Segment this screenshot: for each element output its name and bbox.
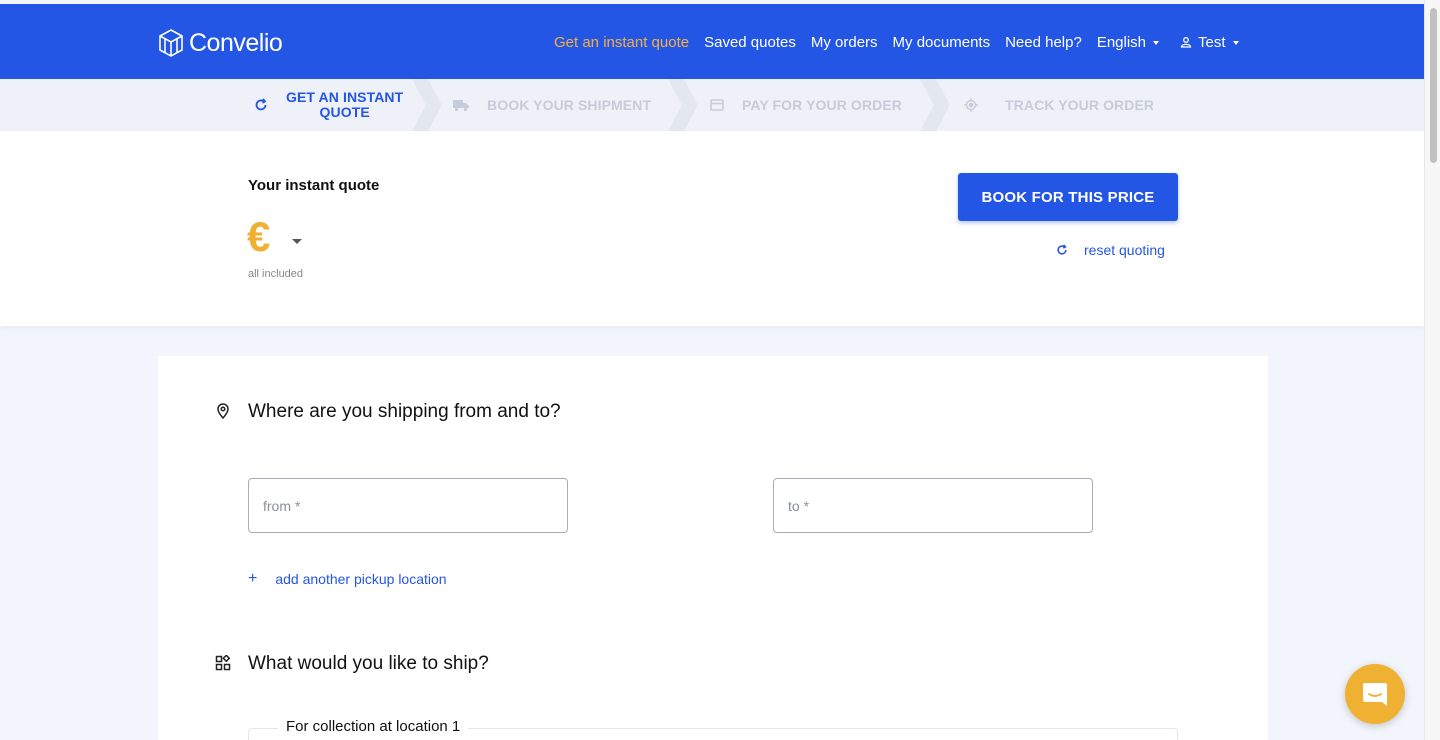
page-scrollbar[interactable] [1424, 0, 1440, 740]
step-divider [412, 79, 442, 131]
route-section-title: Where are you shipping from and to? [248, 401, 561, 422]
reset-quoting-label: reset quoting [1084, 242, 1165, 258]
language-label: English [1096, 34, 1147, 51]
step-pay-order[interactable]: PAY FOR YOUR ORDER [710, 79, 902, 131]
step-get-quote-line2: QUOTE [319, 104, 370, 120]
nav-my-orders[interactable]: My orders [811, 34, 878, 51]
step-track-order[interactable]: TRACK YOUR ORDER [964, 79, 1154, 131]
from-field[interactable] [248, 478, 568, 533]
add-pickup-location-link[interactable]: + add another pickup location [248, 570, 447, 588]
truck-icon [453, 100, 469, 112]
add-pickup-location-label: add another pickup location [275, 571, 447, 587]
currency-symbol: € [247, 213, 271, 260]
brand-name: Convelio [189, 28, 283, 57]
quote-form-card: Where are you shipping from and to? + ad… [158, 356, 1268, 740]
step-get-quote-label: GET AN INSTANT QUOTE [286, 90, 403, 120]
to-field[interactable] [773, 478, 1093, 533]
collection-legend: For collection at location 1 [278, 718, 469, 735]
main-nav: Get an instant quote Saved quotes My ord… [554, 34, 1254, 51]
refresh-icon [255, 98, 267, 111]
top-navbar: Convelio Get an instant quote Saved quot… [0, 4, 1424, 79]
nav-my-documents[interactable]: My documents [893, 34, 991, 51]
reset-quoting-link[interactable]: reset quoting [1056, 242, 1165, 258]
refresh-icon [1057, 244, 1067, 255]
brand-logo[interactable]: Convelio [158, 28, 283, 58]
step-get-quote[interactable]: GET AN INSTANT QUOTE [254, 79, 403, 131]
nav-get-quote[interactable]: Get an instant quote [554, 34, 689, 51]
ship-section-title: What would you like to ship? [248, 653, 489, 674]
card-icon [710, 99, 724, 111]
chevron-down-icon [1153, 41, 1160, 46]
step-divider [668, 79, 698, 131]
step-book-shipment-label: BOOK YOUR SHIPMENT [487, 97, 652, 113]
target-icon [964, 98, 978, 112]
from-input[interactable] [249, 479, 567, 532]
currency-dropdown-icon[interactable] [292, 239, 302, 244]
quote-summary-panel: Your instant quote € all included BOOK F… [0, 131, 1424, 326]
step-track-order-label: TRACK YOUR ORDER [1005, 97, 1155, 113]
nav-need-help[interactable]: Need help? [1005, 34, 1082, 51]
scrollbar-thumb[interactable] [1430, 8, 1437, 163]
user-name: Test [1198, 34, 1226, 51]
book-for-price-button[interactable]: BOOK FOR THIS PRICE [958, 173, 1178, 221]
plus-icon: + [248, 570, 258, 587]
step-divider [920, 79, 950, 131]
chat-launcher-button[interactable] [1345, 664, 1405, 724]
step-get-quote-line1: GET AN INSTANT [286, 89, 404, 105]
widgets-icon [215, 655, 231, 671]
chat-icon [1363, 683, 1387, 706]
user-icon [1180, 34, 1198, 51]
step-book-shipment[interactable]: BOOK YOUR SHIPMENT [453, 79, 651, 131]
quote-title: Your instant quote [248, 177, 380, 194]
chevron-down-icon [1232, 41, 1239, 46]
to-input[interactable] [774, 479, 1092, 532]
progress-steps: GET AN INSTANT QUOTE BOOK YOUR SHIPMENT P… [0, 79, 1424, 131]
step-pay-order-label: PAY FOR YOUR ORDER [742, 97, 902, 113]
price-subtext: all included [248, 268, 304, 280]
user-menu[interactable]: Test [1180, 34, 1239, 51]
map-pin-icon [217, 403, 229, 419]
cube-logo-icon [159, 29, 183, 57]
language-dropdown[interactable]: English [1096, 34, 1160, 51]
nav-saved-quotes[interactable]: Saved quotes [704, 34, 796, 51]
